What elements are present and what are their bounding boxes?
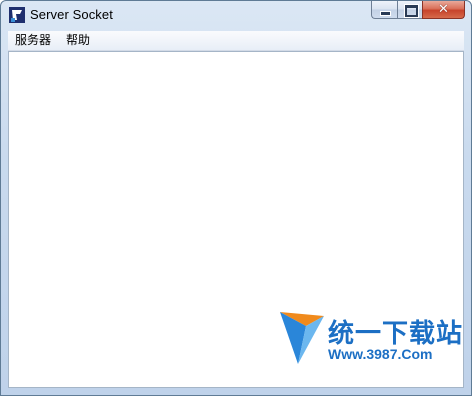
- window-title: Server Socket: [30, 7, 113, 22]
- watermark-logo-icon: [280, 312, 324, 364]
- close-icon: ✕: [438, 2, 449, 17]
- window-controls: ✕: [371, 1, 465, 20]
- menu-bar: 服务器 帮助: [8, 31, 464, 51]
- menu-server[interactable]: 服务器: [15, 32, 51, 49]
- menu-help[interactable]: 帮助: [66, 32, 90, 49]
- title-bar[interactable]: Server Socket ✕: [1, 1, 471, 31]
- minimize-button[interactable]: [371, 1, 397, 19]
- close-button[interactable]: ✕: [422, 1, 465, 19]
- app-icon[interactable]: [8, 6, 26, 24]
- site-watermark: 统一下载站 Www.3987.Com: [278, 304, 468, 374]
- maximize-button[interactable]: [397, 1, 422, 19]
- minimize-icon: [380, 11, 391, 16]
- maximize-icon: [404, 4, 419, 18]
- watermark-url: Www.3987.Com: [328, 346, 433, 362]
- watermark-title: 统一下载站: [328, 319, 464, 349]
